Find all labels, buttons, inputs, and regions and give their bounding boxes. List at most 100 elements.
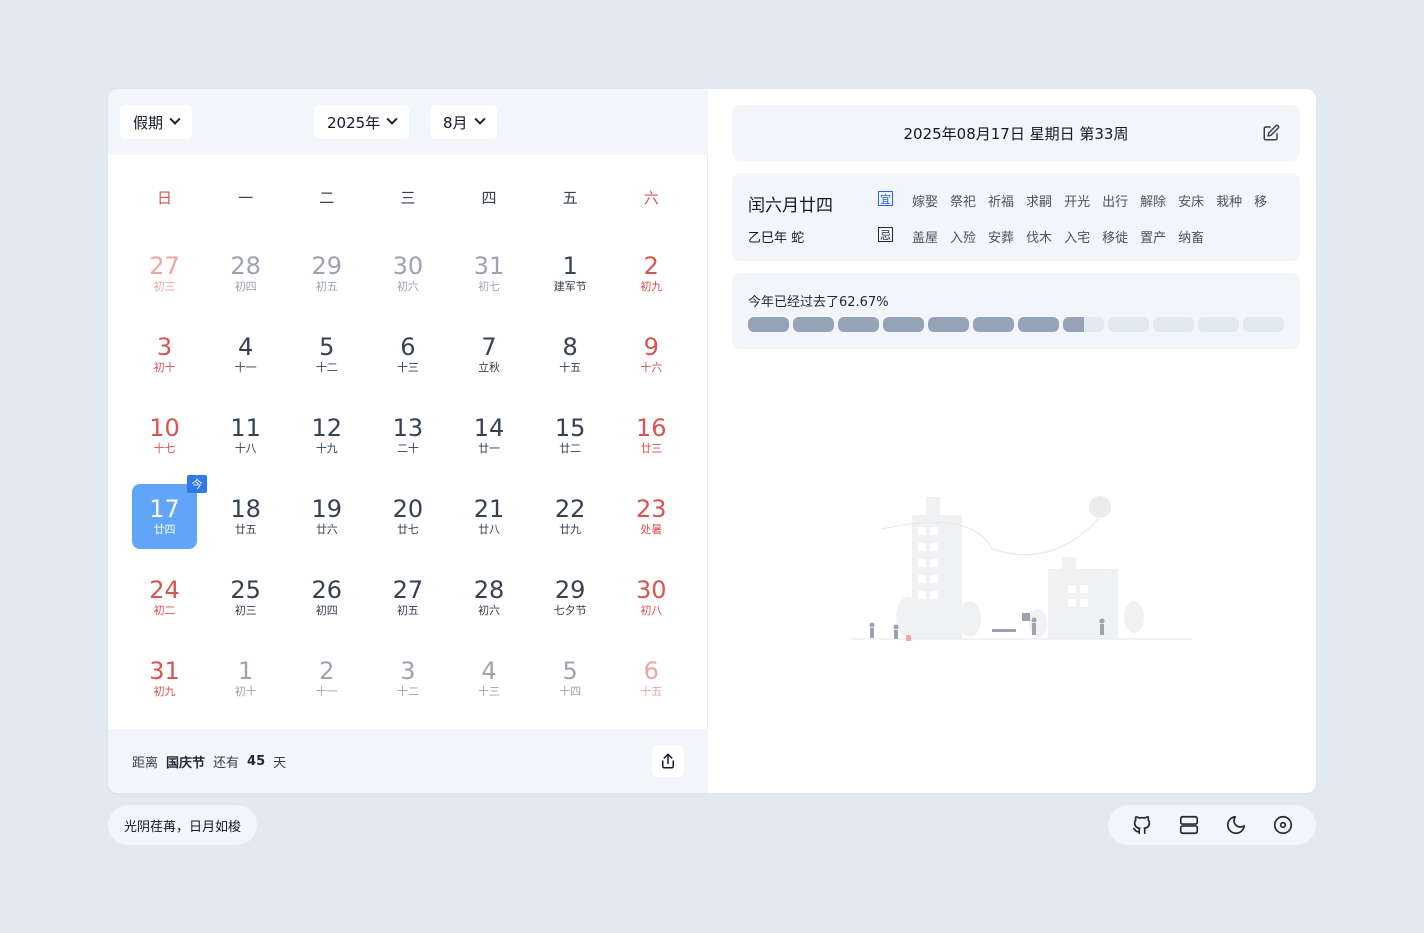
progress-segment xyxy=(793,317,834,332)
day-cell[interactable]: 31 初七 xyxy=(449,233,530,314)
calendar-header: 假期 2025年 8月 xyxy=(108,89,708,155)
day-cell[interactable]: 31 初九 xyxy=(124,638,205,719)
day-cell[interactable]: 30 初八 xyxy=(611,557,692,638)
day-cell-inner: 21 廿八 xyxy=(457,484,522,549)
day-lunar: 初七 xyxy=(478,280,501,293)
day-cell[interactable]: 24 初二 xyxy=(124,557,205,638)
day-cell[interactable]: 2 初九 xyxy=(611,233,692,314)
day-cell-inner: 17 廿四 今 xyxy=(132,475,208,549)
share-icon xyxy=(662,753,674,769)
day-cell-inner: 9 十六 xyxy=(619,322,684,387)
date-bar: 2025年08月17日 星期日 第33周 xyxy=(732,105,1300,161)
day-number: 26 xyxy=(311,576,343,604)
day-number: 25 xyxy=(230,576,261,604)
day-cell-inner: 15 廿二 xyxy=(538,403,603,468)
day-cell-inner: 2 初九 xyxy=(619,241,684,306)
day-number: 6 xyxy=(400,333,416,361)
progress-segment xyxy=(928,317,969,332)
day-number: 1 xyxy=(238,657,254,685)
countdown-middle: 还有 xyxy=(213,755,240,771)
activity-item: 祭祀 xyxy=(950,195,977,210)
edit-icon xyxy=(1263,124,1280,141)
day-cell[interactable]: 21 廿八 xyxy=(449,476,530,557)
theme-button[interactable] xyxy=(1224,813,1248,837)
chevron-down-icon xyxy=(386,113,398,125)
day-cell[interactable]: 28 初六 xyxy=(449,557,530,638)
settings-button[interactable] xyxy=(1271,813,1295,837)
day-cell[interactable]: 8 十五 xyxy=(530,314,611,395)
day-cell[interactable]: 30 初六 xyxy=(367,233,448,314)
day-cell-inner: 8 十五 xyxy=(538,322,603,387)
day-lunar: 十一 xyxy=(234,361,257,374)
github-button[interactable] xyxy=(1130,813,1154,837)
day-cell[interactable]: 12 十九 xyxy=(286,395,367,476)
day-cell[interactable]: 16 廿三 xyxy=(611,395,692,476)
day-cell[interactable]: 3 十二 xyxy=(367,638,448,719)
month-select[interactable]: 8月 xyxy=(430,105,497,139)
day-cell-inner: 28 初六 xyxy=(457,565,522,630)
progress-segment xyxy=(1198,317,1239,332)
day-cell-inner: 19 廿六 xyxy=(294,484,359,549)
day-cell[interactable]: 22 廿九 xyxy=(530,476,611,557)
day-cell[interactable]: 1 初十 xyxy=(205,638,286,719)
day-cell[interactable]: 27 初三 xyxy=(124,233,205,314)
day-cell[interactable]: 28 初四 xyxy=(205,233,286,314)
day-cell[interactable]: 26 初四 xyxy=(286,557,367,638)
day-cell[interactable]: 5 十二 xyxy=(286,314,367,395)
main-card: 假期 2025年 8月 日一二三四五六 27 初三 28 初四 29 初五 30 初六 31 初七… xyxy=(108,89,1316,793)
day-cell-inner: 31 初九 xyxy=(132,646,197,711)
day-cell[interactable]: 1 建军节 xyxy=(530,233,611,314)
day-cell-inner: 29 七夕节 xyxy=(538,565,603,630)
weekday-label: 三 xyxy=(400,189,416,207)
activity-item: 盖屋 xyxy=(912,231,939,246)
activity-item: 解除 xyxy=(1140,195,1167,210)
day-cell[interactable]: 4 十一 xyxy=(205,314,286,395)
day-number: 31 xyxy=(473,252,505,280)
day-cell[interactable]: 13 二十 xyxy=(367,395,448,476)
day-cell[interactable]: 6 十三 xyxy=(367,314,448,395)
day-number: 28 xyxy=(230,252,261,280)
day-cell[interactable]: 14 廿一 xyxy=(449,395,530,476)
day-number: 19 xyxy=(311,495,343,523)
progress-segment-fill xyxy=(1063,317,1085,332)
day-cell-inner: 6 十五 xyxy=(619,646,684,711)
day-cell[interactable]: 15 廿二 xyxy=(530,395,611,476)
share-button[interactable] xyxy=(652,745,684,777)
day-lunar: 初六 xyxy=(396,280,419,293)
day-cell-inner: 30 初六 xyxy=(375,241,440,306)
edit-button[interactable] xyxy=(1262,124,1280,142)
day-cell[interactable]: 23 处暑 xyxy=(611,476,692,557)
day-cell-inner: 16 廿三 xyxy=(619,403,684,468)
day-number: 5 xyxy=(319,333,335,361)
day-cell-inner: 25 初三 xyxy=(213,565,278,630)
day-lunar: 十七 xyxy=(153,442,176,455)
year-select[interactable]: 2025年 xyxy=(314,105,410,139)
activity-item: 纳畜 xyxy=(1178,231,1205,246)
day-cell[interactable]: 25 初三 xyxy=(205,557,286,638)
day-cell[interactable]: 4 十三 xyxy=(449,638,530,719)
moon-icon xyxy=(1226,815,1245,835)
holiday-select[interactable]: 假期 xyxy=(120,105,193,139)
day-number: 1 xyxy=(562,252,578,280)
day-cell[interactable]: 29 七夕节 xyxy=(530,557,611,638)
day-cell-today[interactable]: 17 廿四 今 xyxy=(124,475,208,557)
day-cell[interactable]: 10 十七 xyxy=(124,395,205,476)
day-cell[interactable]: 11 十八 xyxy=(205,395,286,476)
day-cell[interactable]: 7 立秋 xyxy=(449,314,530,395)
day-cell-inner: 30 初八 xyxy=(619,565,684,630)
day-cell[interactable]: 9 十六 xyxy=(611,314,692,395)
day-lunar: 初五 xyxy=(396,604,419,617)
day-cell[interactable]: 20 廿七 xyxy=(367,476,448,557)
day-cell[interactable]: 2 十一 xyxy=(286,638,367,719)
activity-item: 入殓 xyxy=(950,231,977,246)
day-number: 14 xyxy=(473,414,505,442)
day-cell[interactable]: 6 十五 xyxy=(611,638,692,719)
day-cell[interactable]: 27 初五 xyxy=(367,557,448,638)
day-cell[interactable]: 5 十四 xyxy=(530,638,611,719)
day-cell[interactable]: 3 初十 xyxy=(124,314,205,395)
day-cell[interactable]: 29 初五 xyxy=(286,233,367,314)
day-cell[interactable]: 19 廿六 xyxy=(286,476,367,557)
day-lunar: 十五 xyxy=(640,685,663,698)
layout-button[interactable] xyxy=(1177,813,1201,837)
day-cell[interactable]: 18 廿五 xyxy=(205,476,286,557)
